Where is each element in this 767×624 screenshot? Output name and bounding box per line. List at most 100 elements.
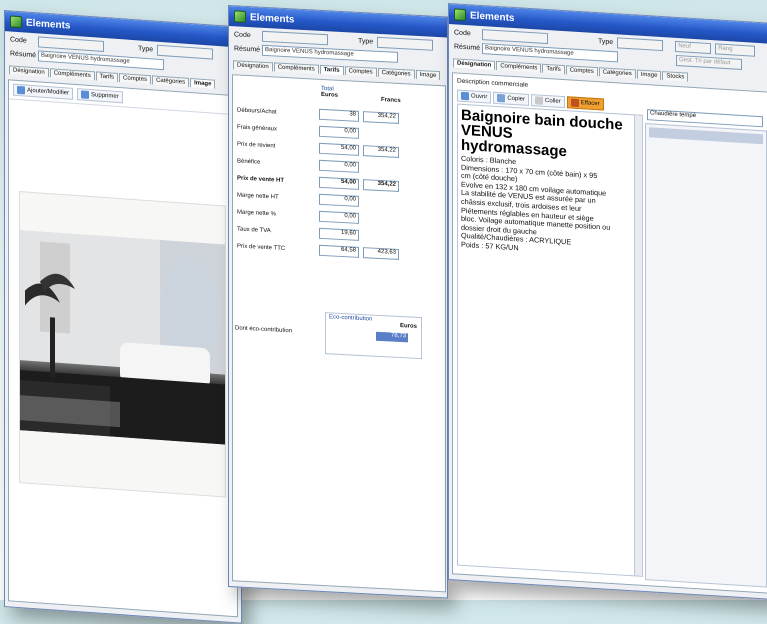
code-field[interactable] xyxy=(38,36,104,52)
tab-designation[interactable]: Désignation xyxy=(453,58,496,70)
tab-comptes[interactable]: Comptes xyxy=(565,65,598,77)
resume-label: Résumé xyxy=(454,43,481,52)
app-icon xyxy=(234,10,246,23)
pricing-euros-field[interactable]: 0,00 xyxy=(319,193,359,207)
pricing-euros-field[interactable]: 0,00 xyxy=(319,125,359,139)
pricing-francs-field: 354,22 xyxy=(363,145,399,158)
window-image-tab: Elements Code Type Résumé Baignoire VENU… xyxy=(4,10,242,624)
type-label: Type xyxy=(598,38,614,47)
tab-stocks[interactable]: Stocks xyxy=(662,71,689,82)
pricing-euros-field[interactable]: 54,00 xyxy=(319,176,359,190)
eco-box: Eco-contribution Euros 78,73 xyxy=(325,312,422,360)
description-editor[interactable]: Baignoire bain douche VENUS hydromassage… xyxy=(457,103,635,577)
code-label: Code xyxy=(234,31,251,40)
side-panel xyxy=(645,123,767,588)
pricing-francs-field: 354,22 xyxy=(363,179,399,192)
tab-tarifs[interactable]: Tarifs xyxy=(319,64,344,76)
eco-euros-header: Euros xyxy=(399,323,417,330)
pricing-euros-field[interactable]: 54,00 xyxy=(319,142,359,156)
clear-icon xyxy=(570,98,579,107)
editor-scrollbar[interactable] xyxy=(634,114,643,577)
tab-categories[interactable]: Catégories xyxy=(152,75,190,87)
tab-tarifs[interactable]: Tarifs xyxy=(542,63,565,75)
type-label: Type xyxy=(138,45,154,54)
copy-label: Copier xyxy=(507,95,526,103)
pricing-euros-field[interactable]: 0,00 xyxy=(319,210,359,224)
pricing-euros-field[interactable]: 0,00 xyxy=(319,159,359,173)
tab-comptes[interactable]: Comptes xyxy=(119,73,152,85)
product-photo xyxy=(19,191,226,498)
clear-button[interactable]: Effacer xyxy=(566,96,604,111)
picture-icon xyxy=(17,85,25,95)
pricing-row-label: Prix de vente TTC xyxy=(237,242,286,252)
add-modify-button[interactable]: Ajouter/Modifier xyxy=(13,83,74,100)
type-label: Type xyxy=(358,37,374,46)
description-body: Coloris : Blanche Dimensions : 170 x 70 c… xyxy=(461,154,631,260)
tab-categories[interactable]: Catégories xyxy=(598,67,636,79)
code-field[interactable] xyxy=(482,29,548,45)
side-panel-toolbar[interactable] xyxy=(649,127,763,145)
tab-image[interactable]: Image xyxy=(190,78,216,89)
image-panel: Ajouter/Modifier Supprimer xyxy=(8,79,238,618)
paste-label: Coller xyxy=(545,97,561,105)
resume-label: Résumé xyxy=(234,45,261,54)
open-icon xyxy=(461,91,469,101)
tri-field[interactable]: Gest. Tri par défaut xyxy=(676,54,742,70)
rang-field[interactable]: Rang xyxy=(715,43,756,57)
pricing-row-label: Marge nette HT xyxy=(237,191,279,201)
window-tarifs-tab: Elements Code Type Résumé Baignoire VENU… xyxy=(228,5,448,599)
tab-complements[interactable]: Compléments xyxy=(273,62,319,74)
tab-comptes[interactable]: Comptes xyxy=(344,66,377,77)
pricing-row-label: Prix de vente HT xyxy=(237,174,285,184)
delete-label: Supprimer xyxy=(91,92,119,101)
pricing-row-label: Marge nette % xyxy=(237,208,277,218)
pricing-francs-field: 354,22 xyxy=(363,111,399,124)
pricing-row-label: Prix de revient xyxy=(237,140,276,149)
bathroom-illustration xyxy=(20,230,225,445)
pricing-table: Débours/Achat 38 354,22 Frais généraux 0,00 P… xyxy=(235,99,401,265)
window-title: Elements xyxy=(250,11,295,25)
code-label: Code xyxy=(454,29,471,38)
copy-icon xyxy=(497,94,506,103)
code-field[interactable] xyxy=(262,30,328,46)
app-icon xyxy=(454,8,466,22)
clear-label: Effacer xyxy=(580,100,600,108)
resume-label: Résumé xyxy=(10,50,37,60)
tab-tarifs[interactable]: Tarifs xyxy=(95,71,119,82)
type-field[interactable] xyxy=(157,44,214,60)
add-modify-label: Ajouter/Modifier xyxy=(27,87,70,97)
tab-complements[interactable]: Compléments xyxy=(496,60,542,73)
pricing-row-label: Frais généraux xyxy=(237,123,278,133)
delete-button[interactable]: Supprimer xyxy=(77,88,123,104)
app-icon xyxy=(10,15,22,29)
copy-button[interactable]: Copier xyxy=(493,91,530,106)
status-field[interactable]: Neuf xyxy=(675,40,712,55)
tab-designation[interactable]: Désignation xyxy=(9,65,49,78)
code-label: Code xyxy=(10,36,27,45)
tab-complements[interactable]: Compléments xyxy=(49,68,95,81)
eco-label: Dont éco-contribution xyxy=(235,325,293,335)
tab-designation[interactable]: Désignation xyxy=(233,60,273,72)
euros-header: Euros xyxy=(321,91,339,99)
eco-value-field[interactable]: 78,73 xyxy=(376,331,408,343)
pricing-row-label: Débours/Achat xyxy=(237,106,277,116)
bathroom-scene-image xyxy=(20,230,225,445)
tab-categories[interactable]: Catégories xyxy=(377,67,415,79)
type-field[interactable] xyxy=(617,37,664,52)
description-section-label: Description commerciale xyxy=(457,77,529,89)
open-button[interactable]: Ouvrir xyxy=(457,89,492,104)
delete-icon xyxy=(81,90,90,99)
window-title: Elements xyxy=(470,9,515,24)
type-field[interactable] xyxy=(377,36,434,51)
tab-image[interactable]: Image xyxy=(636,69,662,81)
pricing-euros-field[interactable]: 38 xyxy=(319,108,359,122)
window-title: Elements xyxy=(26,17,71,32)
designation-panel: Description commerciale Ouvrir Copier Co… xyxy=(452,72,767,594)
pricing-row-label: Bénéfice xyxy=(237,157,261,166)
paste-button[interactable]: Coller xyxy=(531,94,565,109)
tab-image[interactable]: Image xyxy=(415,69,441,81)
pricing-euros-field[interactable]: 64,58 xyxy=(319,244,359,258)
pricing-row-label: Taux de TVA xyxy=(237,225,271,234)
paste-icon xyxy=(535,96,544,105)
pricing-euros-field[interactable]: 19,60 xyxy=(319,227,359,241)
